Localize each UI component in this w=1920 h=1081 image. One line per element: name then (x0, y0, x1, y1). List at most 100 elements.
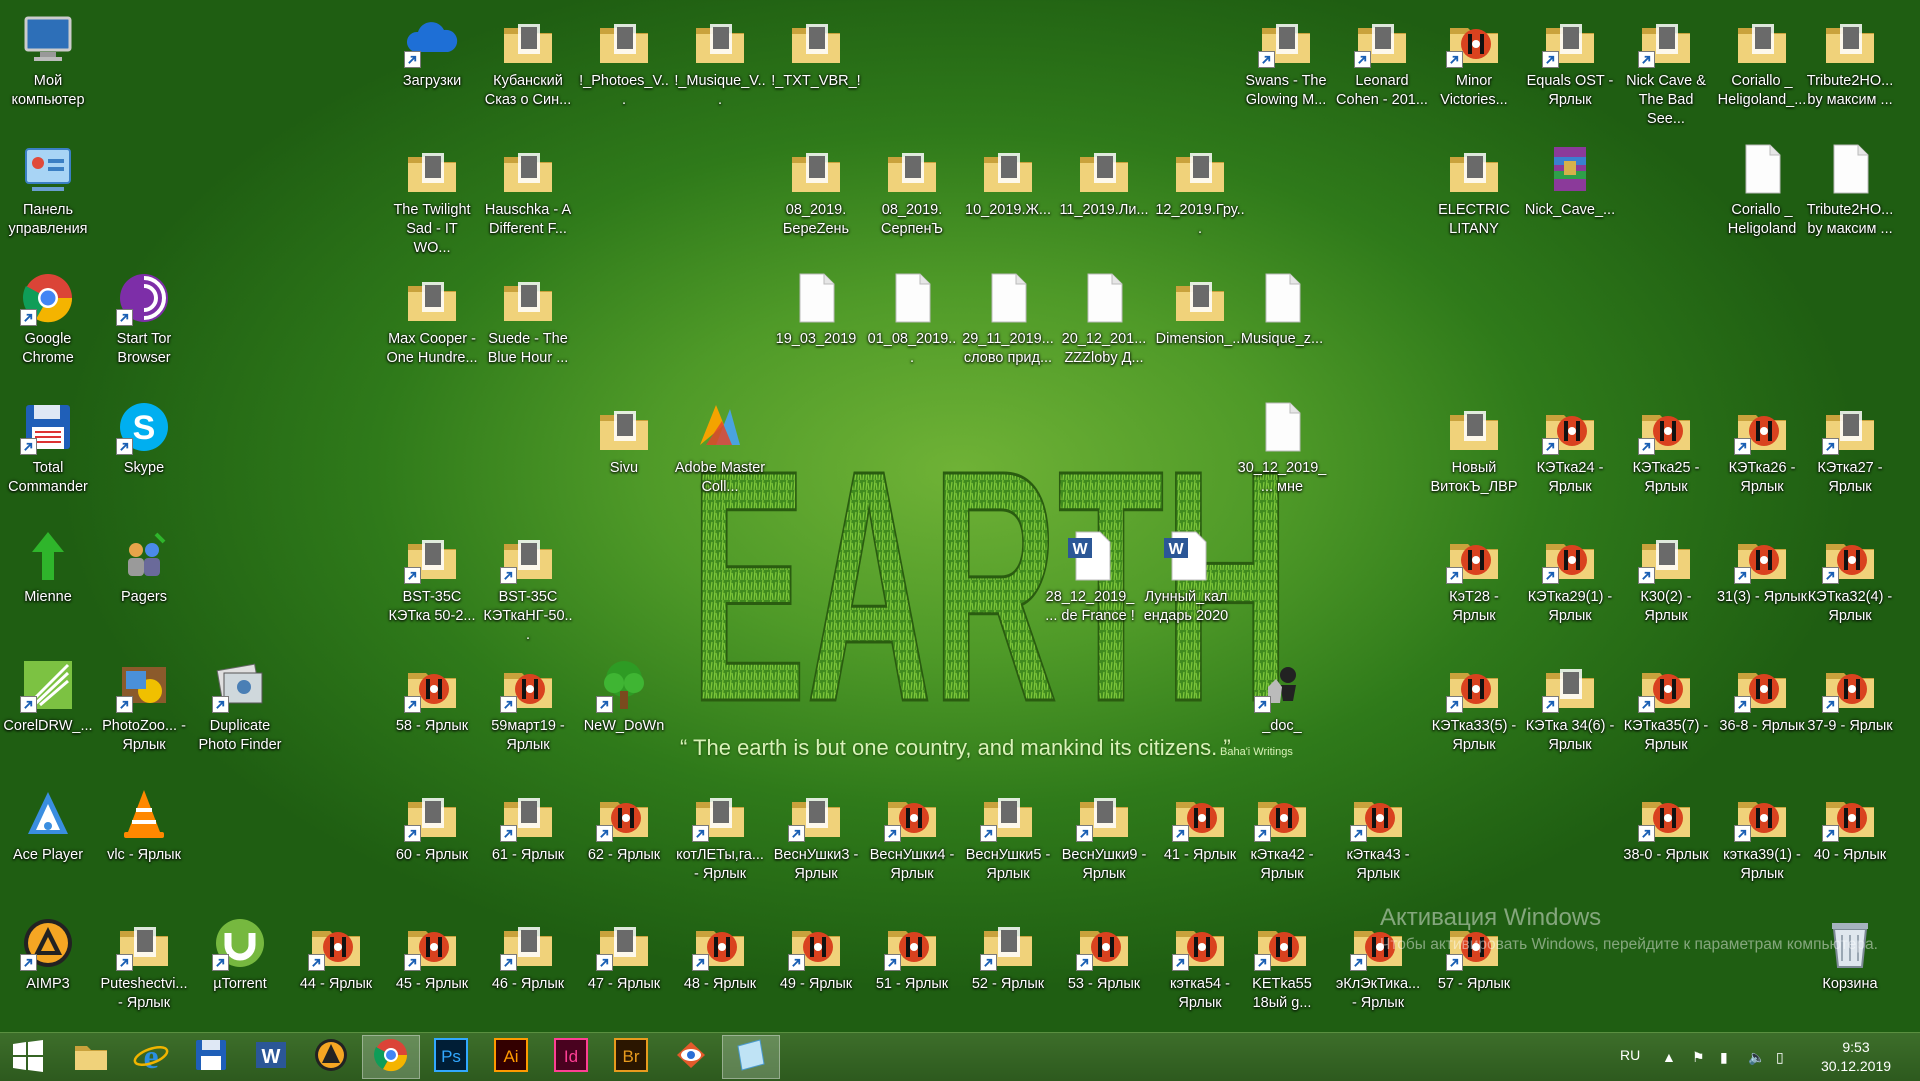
desktop-icon[interactable]: 46 - Ярлык (482, 903, 574, 1023)
desktop-icon[interactable]: The Twilight Sad - IT WO... (386, 129, 478, 256)
desktop-icon[interactable]: Ace Player (2, 774, 94, 894)
desktop-icon[interactable]: Total Commander (2, 387, 94, 507)
desktop-icon[interactable]: ELECTRIC LITANY (1428, 129, 1520, 249)
desktop-icon[interactable]: W Лунный_кал ендарь 2020 (1140, 516, 1232, 636)
desktop-icon[interactable]: 48 - Ярлык (674, 903, 766, 1023)
desktop-icon[interactable]: 01_08_2019... (866, 258, 958, 378)
desktop-icon[interactable]: BST-35C КЭТка 50-2... (386, 516, 478, 636)
desktop-icon[interactable]: 30_12_2019_... мне (1236, 387, 1328, 507)
desktop-icon[interactable]: Nick_Cave_... (1524, 129, 1616, 249)
desktop-icon[interactable]: Nick Cave & The Bad See... (1620, 0, 1712, 127)
desktop-icon[interactable]: 19_03_2019 (770, 258, 862, 378)
indesign-button[interactable]: Id (542, 1035, 600, 1079)
desktop-icon[interactable]: Start Tor Browser (98, 258, 190, 378)
desktop-icon[interactable]: ВеснУшки5 - Ярлык (962, 774, 1054, 894)
desktop-icon[interactable]: 12_2019.Гру... (1154, 129, 1246, 249)
explorer-button[interactable] (62, 1035, 120, 1079)
desktop-icon[interactable]: Новый ВитокЪ_ЛВР (1428, 387, 1520, 507)
desktop-icon[interactable]: AIMP3 (2, 903, 94, 1023)
desktop-icon[interactable]: Tribute2HO... by максим ... (1804, 129, 1896, 249)
desktop-icon[interactable]: К30(2) - Ярлык (1620, 516, 1712, 636)
desktop-icon[interactable]: 62 - Ярлык (578, 774, 670, 894)
desktop-icon[interactable]: Minor Victories... (1428, 0, 1520, 120)
desktop-icon[interactable]: КЭТка24 - Ярлык (1524, 387, 1616, 507)
bridge-button[interactable]: Br (602, 1035, 660, 1079)
network-icon[interactable]: ▮ (1720, 1049, 1728, 1066)
desktop-icon[interactable]: КэТ28 - Ярлык (1428, 516, 1520, 636)
desktop-icon[interactable]: Equals OST - Ярлык (1524, 0, 1616, 120)
desktop-icon[interactable]: Coriallo _ Heligoland (1716, 129, 1808, 249)
desktop-icon[interactable]: CorelDRW_... (2, 645, 94, 765)
ie-button[interactable]: e (122, 1035, 180, 1079)
desktop-icon[interactable]: кЭтка43 - Ярлык (1332, 774, 1424, 894)
desktop-icon[interactable]: PhotoZoo... - Ярлык (98, 645, 190, 765)
battery-icon[interactable]: ▯ (1776, 1049, 1784, 1066)
desktop-icon[interactable]: 44 - Ярлык (290, 903, 382, 1023)
desktop-icon[interactable]: кэтка39(1) - Ярлык (1716, 774, 1808, 894)
desktop-icon[interactable]: Кубанский Сказ о Син... (482, 0, 574, 120)
desktop-icon[interactable]: µTorrent (194, 903, 286, 1023)
volume-icon[interactable]: 🔈 (1748, 1049, 1765, 1066)
desktop-icon[interactable]: 08_2019. СерпенЪ (866, 129, 958, 249)
desktop-icon[interactable]: котЛЕТы,га... - Ярлык (674, 774, 766, 894)
desktop-icon[interactable]: Панель управления (2, 129, 94, 249)
desktop-icon[interactable]: Suede - The Blue Hour ... (482, 258, 574, 378)
desktop-icon[interactable]: !_Photoes_V... (578, 0, 670, 120)
desktop-icon[interactable]: !_TXT_VBR_! (770, 0, 862, 120)
desktop-icon[interactable]: 29_11_2019... слово прид... (962, 258, 1054, 378)
notes-button[interactable] (722, 1035, 780, 1079)
desktop-icon[interactable]: 10_2019.Ж... (962, 129, 1054, 249)
desktop-icon[interactable]: 47 - Ярлык (578, 903, 670, 1023)
desktop-icon[interactable]: 52 - Ярлык (962, 903, 1054, 1023)
desktop-icon[interactable]: NeW_DoWn (578, 645, 670, 765)
desktop-icon[interactable]: Загрузки (386, 0, 478, 120)
desktop-icon[interactable]: W 28_12_2019_... de France ! (1044, 516, 1136, 636)
desktop-icon[interactable]: _doc_ (1236, 645, 1328, 765)
chrome-button[interactable] (362, 1035, 420, 1079)
start-button[interactable] (0, 1035, 56, 1079)
desktop-icon[interactable]: Dimension_... (1154, 258, 1246, 378)
clock[interactable]: 9:53 30.12.2019 (1816, 1038, 1896, 1076)
desktop-icon[interactable]: 60 - Ярлык (386, 774, 478, 894)
desktop-icon[interactable]: КЭТка33(5) - Ярлык (1428, 645, 1520, 765)
desktop-icon[interactable]: Tribute2HO... by максим ... (1804, 0, 1896, 120)
desktop-icon[interactable]: 59март19 - Ярлык (482, 645, 574, 765)
desktop-icon[interactable]: 11_2019.Ли... (1058, 129, 1150, 249)
word-button[interactable]: W (242, 1035, 300, 1079)
desktop-icon[interactable]: Pagers (98, 516, 190, 636)
flag-icon[interactable]: ⚑ (1692, 1049, 1705, 1066)
desktop-icon[interactable]: Puteshectvi... - Ярлык (98, 903, 190, 1023)
desktop-icon[interactable]: KETka55 18ый g... (1236, 903, 1328, 1023)
desktop-icon[interactable]: Coriallo _ Heligoland_... (1716, 0, 1808, 120)
desktop-icon[interactable]: 51 - Ярлык (866, 903, 958, 1023)
desktop-icon[interactable]: Leonard Cohen - 201... (1336, 0, 1428, 120)
desktop-icon[interactable]: кЭтка42 - Ярлык (1236, 774, 1328, 894)
desktop-icon[interactable]: 08_2019. БереZень (770, 129, 862, 249)
desktop-icon[interactable]: ВеснУшки9 - Ярлык (1058, 774, 1150, 894)
desktop-icon[interactable]: Google Chrome (2, 258, 94, 378)
desktop-icon[interactable]: 36-8 - Ярлык (1716, 645, 1808, 765)
eye-app-button[interactable] (662, 1035, 720, 1079)
desktop-icon[interactable]: Swans - The Glowing M... (1240, 0, 1332, 120)
show-hidden-icons-icon[interactable]: ▲ (1662, 1049, 1676, 1065)
desktop-icon[interactable]: КЭТка35(7) - Ярлык (1620, 645, 1712, 765)
desktop-icon[interactable]: Musique_z... (1236, 258, 1328, 378)
total-commander-button[interactable] (182, 1035, 240, 1079)
desktop-icon[interactable]: !_Musique_V... (674, 0, 766, 120)
desktop-icon[interactable]: Adobe Master Coll... (674, 387, 766, 507)
desktop-icon[interactable]: vlc - Ярлык (98, 774, 190, 894)
desktop-icon[interactable]: 38-0 - Ярлык (1620, 774, 1712, 894)
desktop-icon[interactable]: Мой компьютер (2, 0, 94, 120)
photoshop-button[interactable]: Ps (422, 1035, 480, 1079)
desktop-icon[interactable]: Mienne (2, 516, 94, 636)
desktop-icon[interactable]: Duplicate Photo Finder (194, 645, 286, 765)
aimp-button[interactable] (302, 1035, 360, 1079)
desktop-icon[interactable]: КЭТка 34(6) - Ярлык (1524, 645, 1616, 765)
desktop-icon[interactable]: BST-35C КЭТкаНГ-50... (482, 516, 574, 643)
desktop-icon[interactable]: 20_12_201... ZZZloby Д... (1058, 258, 1150, 378)
desktop-icon[interactable]: ВеснУшки3 - Ярлык (770, 774, 862, 894)
desktop-icon[interactable]: Max Cooper - One Hundre... (386, 258, 478, 378)
desktop-icon[interactable]: 58 - Ярлык (386, 645, 478, 765)
desktop-icon[interactable]: 37-9 - Ярлык (1804, 645, 1896, 765)
desktop-icon[interactable]: КЭтка27 - Ярлык (1804, 387, 1896, 507)
